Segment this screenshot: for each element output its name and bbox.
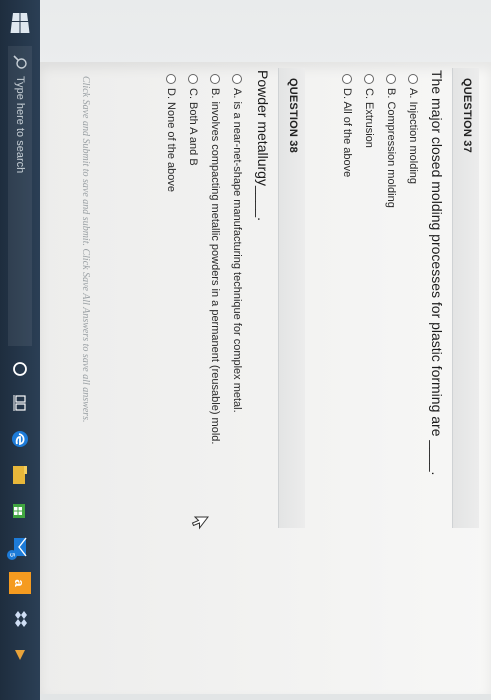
search-icon: [13, 55, 27, 69]
question-38-option-a[interactable]: A. is a near-net-shape manufacturing tec…: [231, 74, 243, 413]
search-box[interactable]: Type here to search: [8, 46, 32, 346]
file-explorer-icon[interactable]: [9, 464, 31, 486]
question-37-text: The major closed molding processes for p…: [429, 70, 445, 476]
mail-icon[interactable]: 5: [7, 536, 31, 560]
app-icon[interactable]: [9, 644, 31, 666]
question-38-option-c[interactable]: C. Both A and B: [187, 74, 199, 166]
question-38-header: QUESTION 38: [278, 68, 305, 528]
question-37-header: QUESTION 37: [452, 68, 479, 528]
option-label: C. Both A and B: [187, 88, 199, 166]
mail-badge: 5: [7, 550, 17, 560]
question-38-option-d[interactable]: D. None of the above: [165, 74, 177, 192]
test-screen: QUESTION 37 The major closed molding pro…: [40, 0, 491, 700]
option-label: A. is a near-net-shape manufacturing tec…: [231, 88, 243, 413]
search-input[interactable]: Type here to search: [14, 76, 26, 173]
radio-button[interactable]: [188, 74, 198, 84]
question-37-option-d[interactable]: D. All of the above: [341, 74, 353, 177]
option-label: C. Extrusion: [363, 88, 375, 148]
radio-button[interactable]: [232, 74, 242, 84]
save-instructions: Click Save and Submit to save and submit…: [80, 76, 91, 423]
question-37-option-c[interactable]: C. Extrusion: [363, 74, 375, 148]
radio-button[interactable]: [408, 74, 418, 84]
question-38-text: Powder metallurgy____.: [255, 70, 271, 221]
option-label: A. Injection molding: [407, 88, 419, 184]
option-label: D. All of the above: [341, 88, 353, 178]
radio-button[interactable]: [364, 74, 374, 84]
amazon-icon[interactable]: a: [9, 572, 31, 594]
option-label: D. None of the above: [165, 88, 177, 192]
question-37-label: QUESTION 37: [461, 78, 473, 153]
cortana-icon[interactable]: [9, 358, 31, 380]
amazon-label: a: [12, 579, 28, 587]
question-38-label: QUESTION 38: [287, 78, 299, 153]
store-icon[interactable]: [9, 500, 31, 522]
radio-button[interactable]: [342, 74, 352, 84]
mouse-cursor-icon: [191, 516, 209, 530]
question-37-option-b[interactable]: B. Compression molding: [385, 74, 397, 208]
question-38-option-b[interactable]: B. involves compacting metallic powders …: [209, 74, 221, 444]
task-view-icon[interactable]: [9, 392, 31, 414]
question-37-option-a[interactable]: A. Injection molding: [407, 74, 419, 184]
radio-button[interactable]: [210, 74, 220, 84]
taskbar: Type here to search 5 a: [0, 0, 40, 700]
option-label: B. involves compacting metallic powders …: [209, 88, 221, 445]
radio-button[interactable]: [386, 74, 396, 84]
edge-browser-icon[interactable]: [9, 428, 31, 450]
option-label: B. Compression molding: [385, 88, 397, 208]
radio-button[interactable]: [166, 74, 176, 84]
test-content-panel: QUESTION 37 The major closed molding pro…: [40, 62, 491, 694]
dropbox-icon[interactable]: [9, 608, 31, 630]
windows-start-icon[interactable]: [10, 12, 30, 34]
